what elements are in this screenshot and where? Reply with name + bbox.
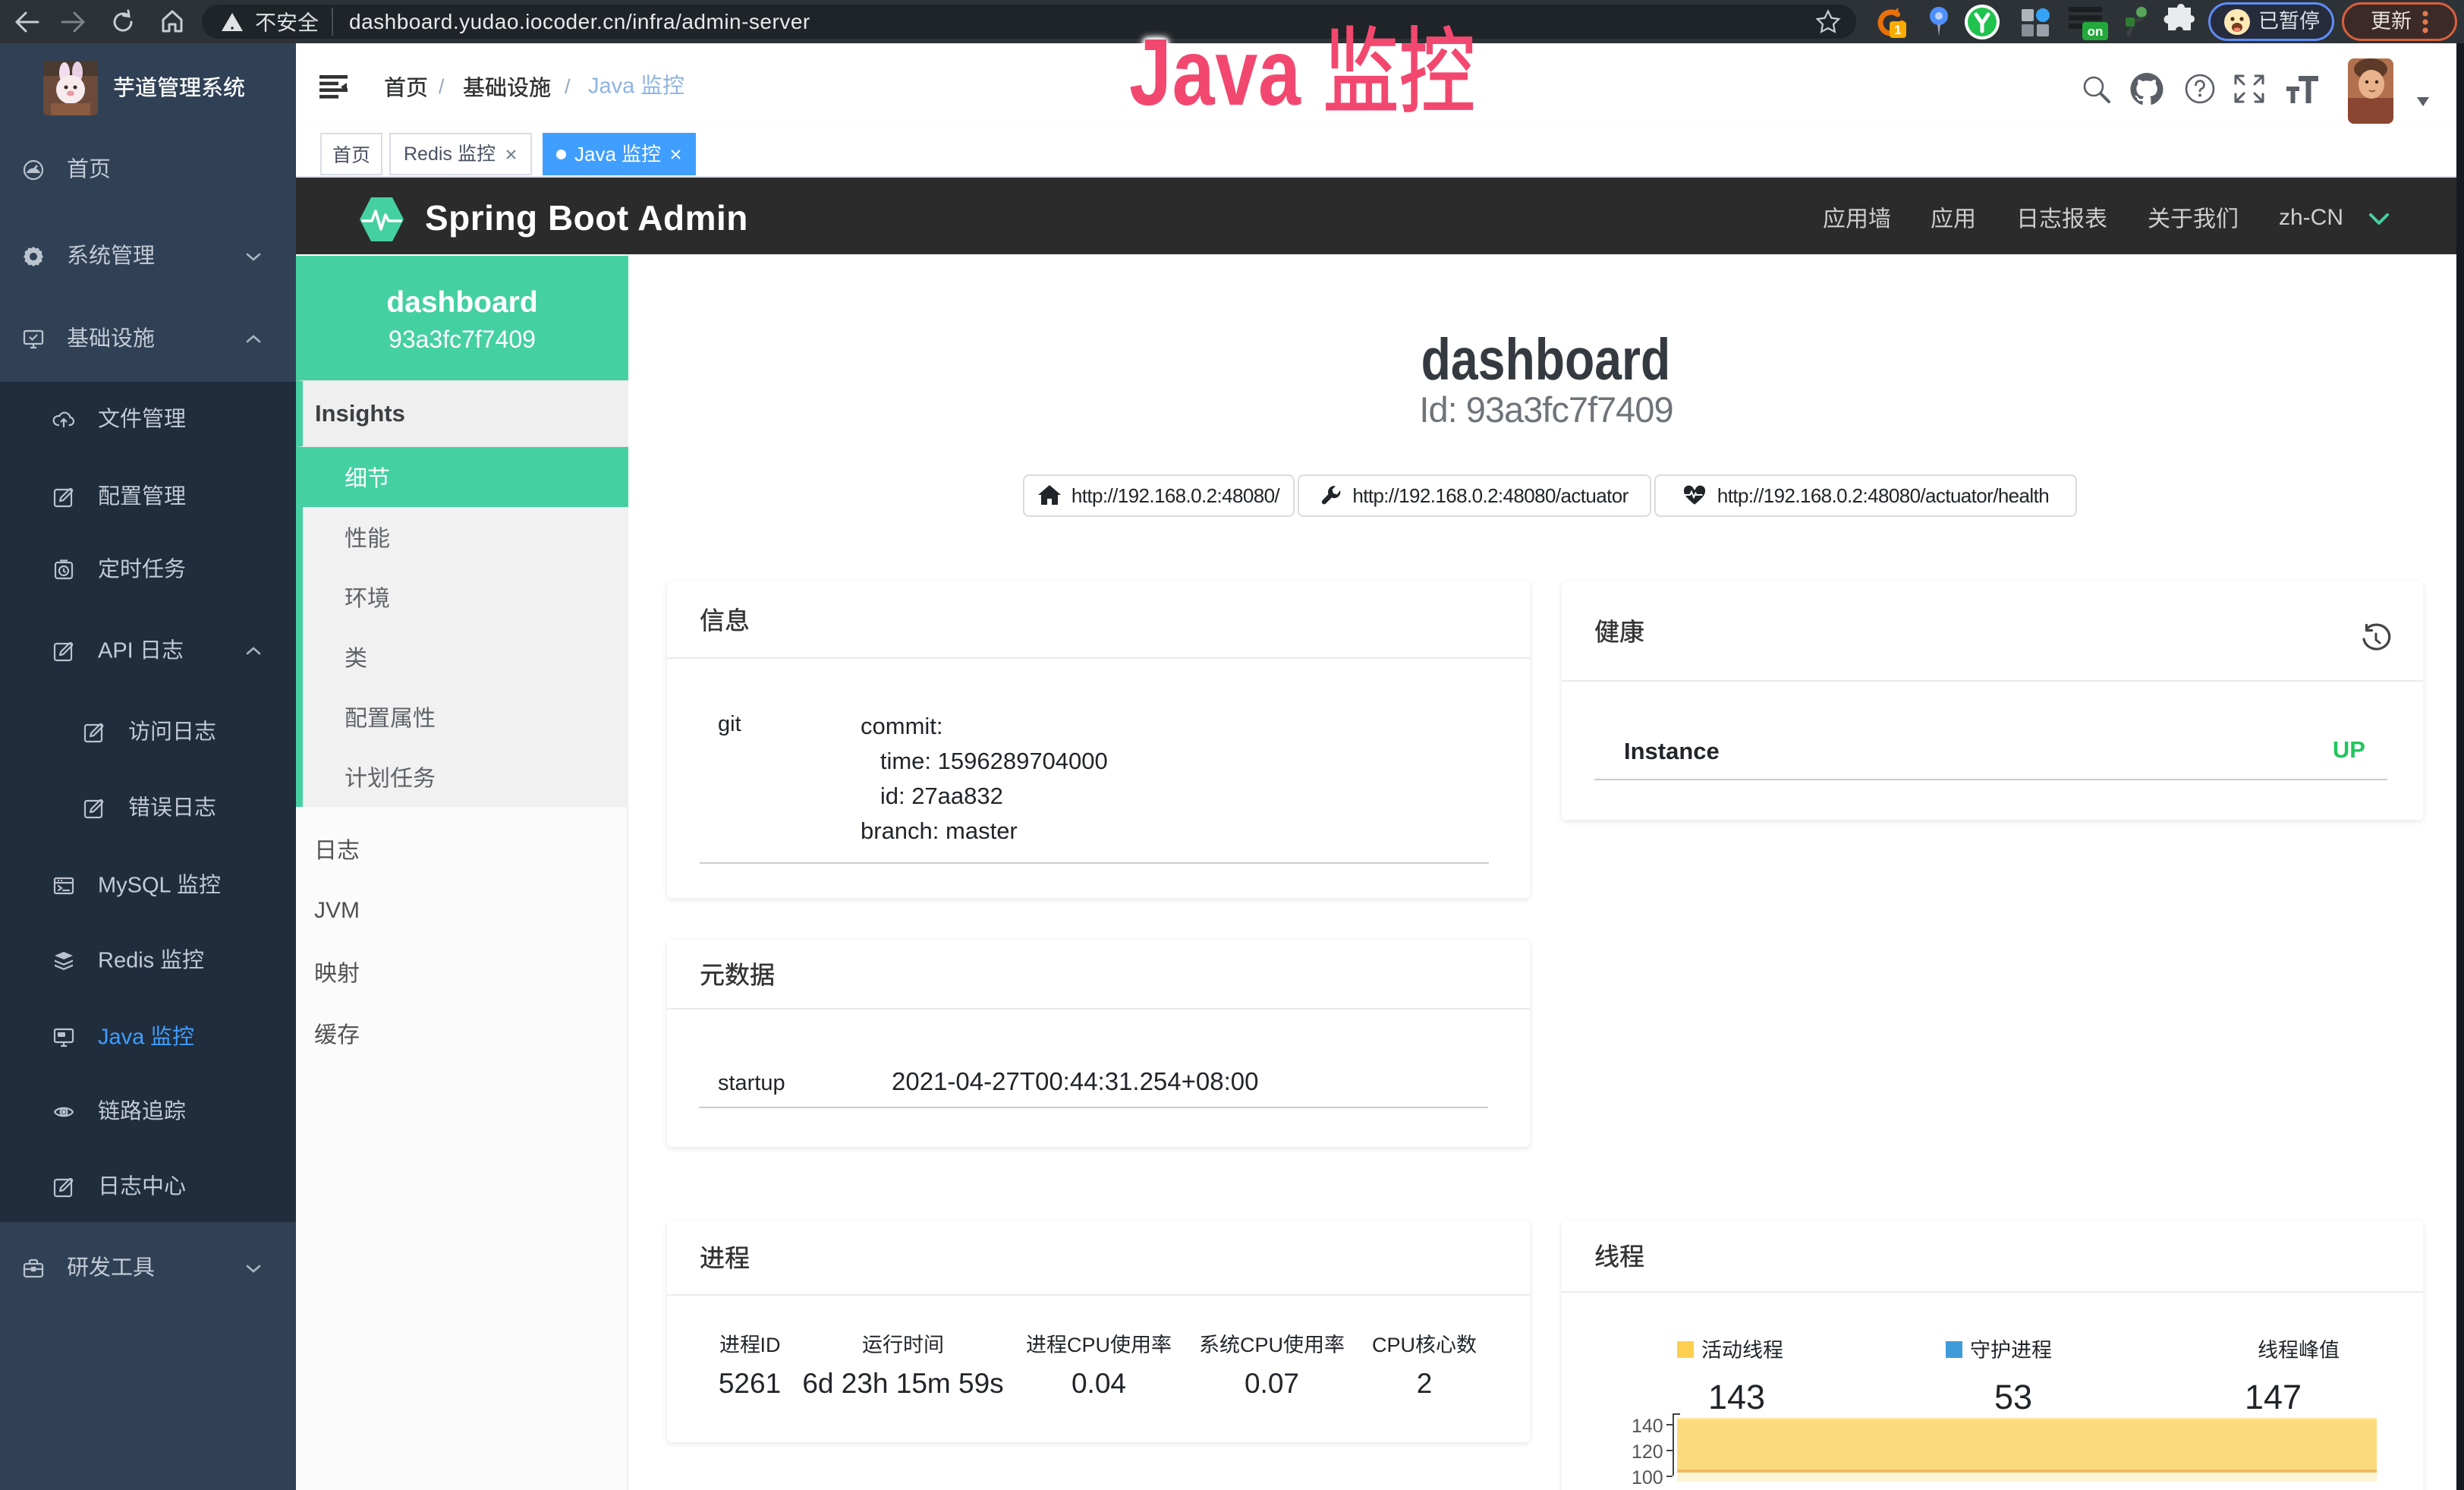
svg-text:on: on — [2088, 24, 2104, 39]
svg-text:1: 1 — [1894, 23, 1901, 37]
